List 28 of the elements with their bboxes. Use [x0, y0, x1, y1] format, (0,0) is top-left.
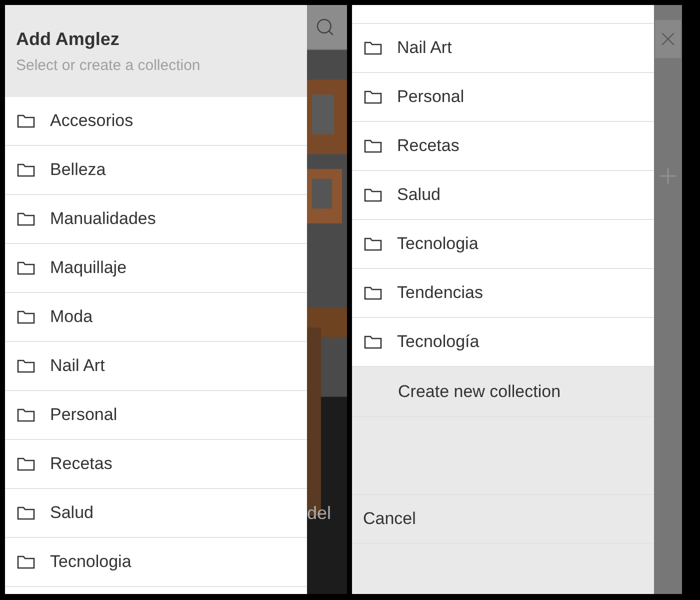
- folder-icon: [17, 310, 35, 324]
- folder-icon: [17, 212, 35, 226]
- collection-item[interactable]: Nail Art: [352, 24, 654, 73]
- folder-icon: [17, 359, 35, 373]
- collection-item[interactable]: Tecnologia: [352, 220, 654, 269]
- search-icon[interactable]: [315, 17, 335, 37]
- folder-icon: [364, 90, 382, 104]
- sheet-subtitle: Select or create a collection: [16, 56, 202, 76]
- folder-icon: [364, 335, 382, 349]
- sheet-title: Add Amglez: [16, 28, 120, 52]
- folder-icon: [364, 41, 382, 55]
- folder-icon: [17, 555, 35, 569]
- folder-icon: [17, 163, 35, 177]
- folder-icon: [364, 237, 382, 251]
- collection-item[interactable]: Salud: [352, 171, 654, 220]
- folder-icon: [364, 286, 382, 300]
- collection-item[interactable]: Recetas: [352, 122, 654, 171]
- collection-item[interactable]: Personal: [352, 73, 654, 122]
- folder-icon: [17, 261, 35, 275]
- background-text: del: [307, 502, 332, 525]
- collection-item[interactable]: Tecnología: [352, 318, 654, 367]
- collection-item[interactable]: Tendencias: [352, 269, 654, 318]
- folder-icon: [17, 114, 35, 128]
- folder-icon: [17, 506, 35, 520]
- folder-icon: [17, 408, 35, 422]
- folder-icon: [364, 188, 382, 202]
- folder-icon: [17, 457, 35, 471]
- folder-icon: [364, 139, 382, 153]
